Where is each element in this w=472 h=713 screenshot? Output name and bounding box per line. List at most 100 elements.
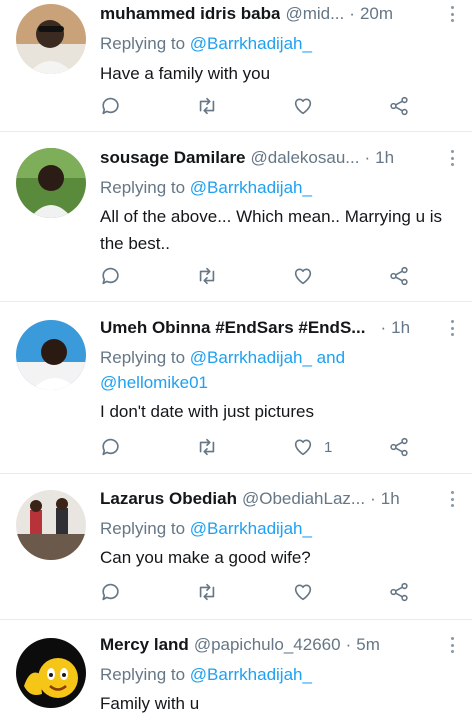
timestamp[interactable]: 20m <box>360 2 393 26</box>
more-vertical-icon[interactable] <box>446 634 458 656</box>
tweet[interactable]: Mercy land @papichulo_42660 · 5m Replyin… <box>0 620 472 713</box>
replying-prefix: Replying to <box>100 34 190 53</box>
mention-link[interactable]: @Barrkhadijah_ <box>190 519 312 538</box>
separator: · <box>370 489 376 508</box>
retweet-icon <box>199 583 215 601</box>
like-button[interactable] <box>292 581 352 603</box>
mention-link[interactable]: @Barrkhadijah_ <box>190 178 312 197</box>
avatar-image <box>16 4 86 74</box>
share-button[interactable] <box>388 436 410 458</box>
tweet[interactable]: Lazarus Obediah @ObediahLaz... · 1h Repl… <box>0 474 472 620</box>
timestamp[interactable]: 5m <box>356 633 380 657</box>
reply-button[interactable] <box>100 95 160 117</box>
tweet-text: Can you make a good wife? <box>100 548 311 567</box>
heart-icon <box>294 268 312 285</box>
reply-button[interactable] <box>100 265 160 287</box>
share-button[interactable] <box>388 265 410 287</box>
tweet-header: muhammed idris baba @mid... · 20m <box>100 2 460 26</box>
heart-icon <box>294 98 312 115</box>
replying-prefix: Replying to <box>100 519 190 538</box>
tweet-actions <box>100 94 410 118</box>
mention-link[interactable]: @Barrkhadijah_ <box>190 665 312 684</box>
replying-to: Replying to @Barrkhadijah_ <box>100 662 460 687</box>
tweet-actions <box>100 264 410 288</box>
tweet-header: sousage Damilare @dalekosau... · 1h <box>100 146 460 170</box>
separator: · <box>380 318 387 337</box>
retweet-button[interactable] <box>196 265 256 287</box>
more-vertical-icon[interactable] <box>446 147 458 169</box>
share-icon <box>390 437 408 457</box>
tweet-text: I don't date with just pictures <box>100 402 314 421</box>
more-vertical-icon[interactable] <box>446 3 458 25</box>
retweet-icon <box>199 97 215 115</box>
tweet[interactable]: muhammed idris baba @mid... · 20m Replyi… <box>0 0 472 132</box>
author-name[interactable]: Umeh Obinna #EndSars #EndS... <box>100 316 365 340</box>
like-button[interactable] <box>292 265 352 287</box>
reply-icon <box>102 438 119 456</box>
reply-icon <box>102 97 119 115</box>
tweet-header: Lazarus Obediah @ObediahLaz... · 1h <box>100 487 460 511</box>
author-handle[interactable]: @mid... <box>285 2 344 26</box>
avatar[interactable] <box>16 320 86 390</box>
author-name[interactable]: Mercy land <box>100 633 189 657</box>
reply-feed: muhammed idris baba @mid... · 20m Replyi… <box>0 0 472 713</box>
author-name[interactable]: sousage Damilare <box>100 146 246 170</box>
author-handle[interactable]: @dalekosau... <box>251 146 360 170</box>
share-button[interactable] <box>388 581 410 603</box>
retweet-button[interactable] <box>196 581 256 603</box>
mention-link[interactable]: @Barrkhadijah_ and <box>190 348 345 367</box>
replying-prefix: Replying to <box>100 348 190 367</box>
mention-link[interactable]: @Barrkhadijah_ <box>190 34 312 53</box>
avatar[interactable] <box>16 638 86 708</box>
mention-link[interactable]: @hellomike01 <box>100 373 208 392</box>
tweet[interactable]: sousage Damilare @dalekosau... · 1h Repl… <box>0 132 472 302</box>
retweet-icon <box>199 267 215 285</box>
share-button[interactable] <box>388 95 410 117</box>
replying-to: Replying to @Barrkhadijah_ <box>100 516 460 541</box>
heart-icon <box>294 584 312 601</box>
like-button[interactable]: 1 <box>292 436 352 458</box>
separator: · <box>364 148 371 167</box>
share-icon <box>390 266 408 286</box>
tweet-actions <box>100 580 410 604</box>
tweet-header: Mercy land @papichulo_42660 · 5m <box>100 633 460 657</box>
replying-to: Replying to @Barrkhadijah_ <box>100 31 460 56</box>
tweet-header: Umeh Obinna #EndSars #EndS... · 1h <box>100 316 460 340</box>
share-icon <box>390 96 408 116</box>
author-name[interactable]: muhammed idris baba <box>100 2 280 26</box>
replying-prefix: Replying to <box>100 665 190 684</box>
avatar-image <box>16 148 86 218</box>
more-vertical-icon[interactable] <box>446 488 458 510</box>
retweet-icon <box>199 438 215 456</box>
avatar[interactable] <box>16 490 86 560</box>
avatar[interactable] <box>16 4 86 74</box>
replying-prefix: Replying to <box>100 178 190 197</box>
heart-icon <box>294 439 312 456</box>
retweet-button[interactable] <box>196 436 256 458</box>
like-button[interactable] <box>292 95 352 117</box>
avatar-image <box>16 638 86 708</box>
timestamp[interactable]: 1h <box>375 146 394 170</box>
separator: · <box>349 4 355 23</box>
tweet-text: Have a family with you <box>100 64 271 83</box>
author-handle[interactable]: @ObediahLaz... <box>242 487 365 511</box>
tweet[interactable]: Umeh Obinna #EndSars #EndS... · 1h Reply… <box>0 302 472 474</box>
tweet-text: All of the above... Which mean.. Marryin… <box>100 207 443 253</box>
avatar-image <box>16 490 86 560</box>
avatar[interactable] <box>16 148 86 218</box>
retweet-button[interactable] <box>196 95 256 117</box>
share-icon <box>390 582 408 602</box>
reply-icon <box>102 583 119 601</box>
replying-to: Replying to @Barrkhadijah_ and @hellomik… <box>100 345 460 395</box>
avatar-image <box>16 320 86 390</box>
like-count: 1 <box>324 438 333 456</box>
separator: · <box>345 635 352 654</box>
timestamp[interactable]: 1h <box>391 316 410 340</box>
tweet-actions: 1 <box>100 435 410 459</box>
timestamp[interactable]: 1h <box>381 487 400 511</box>
reply-button[interactable] <box>100 581 160 603</box>
reply-button[interactable] <box>100 436 160 458</box>
more-vertical-icon[interactable] <box>446 317 458 339</box>
author-name[interactable]: Lazarus Obediah <box>100 487 237 511</box>
author-handle[interactable]: @papichulo_42660 <box>194 633 341 657</box>
